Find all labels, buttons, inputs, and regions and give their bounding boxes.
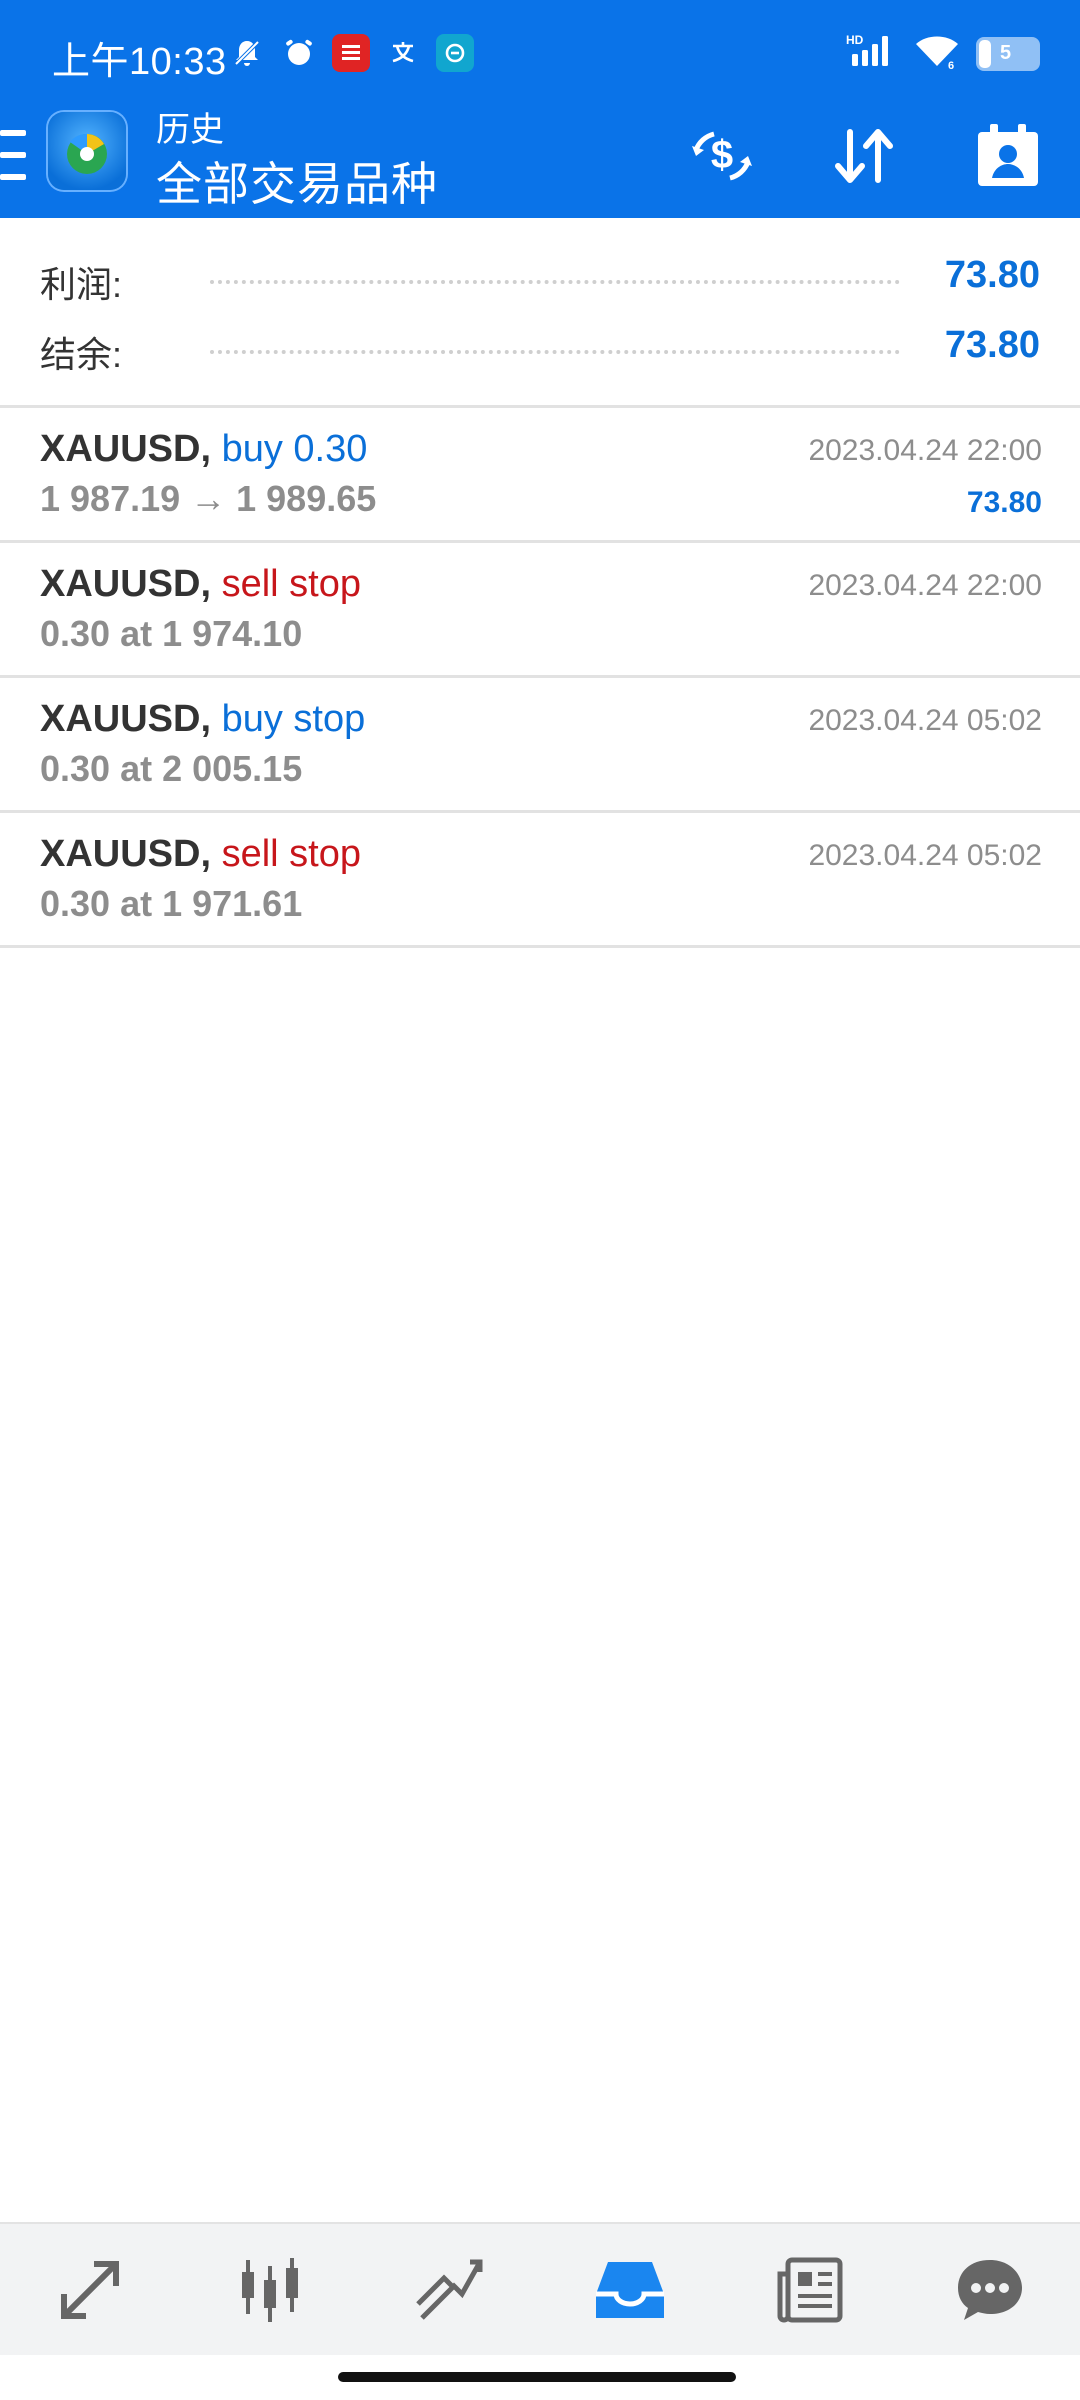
status-notification-icons xyxy=(228,34,474,72)
battery-icon: 5 xyxy=(976,36,1040,71)
bell-muted-icon xyxy=(228,34,266,72)
browser-app-icon xyxy=(436,34,474,72)
balance-value: 73.80 xyxy=(944,324,1040,366)
wifi-icon: 6 xyxy=(914,32,960,75)
trade-symbol: XAUUSD, xyxy=(40,563,212,605)
calendar-user-icon xyxy=(978,124,1038,186)
trade-profit: 73.80 xyxy=(966,486,1042,519)
svg-text:6: 6 xyxy=(948,60,954,70)
trade-detail: 0.30 at 1 971.61 xyxy=(40,883,303,924)
trade-symbol: XAUUSD, xyxy=(40,833,212,875)
trade-row[interactable]: XAUUSD, buy 0.30 1 987.19 → 1 989.65 202… xyxy=(0,408,1080,543)
nav-chart[interactable] xyxy=(180,2224,360,2355)
trade-time: 2023.04.24 22:00 xyxy=(808,569,1042,602)
history-summary: 利润: 73.80 结余: 73.80 xyxy=(0,218,1080,408)
sort-icon xyxy=(835,129,893,183)
trade-type: buy stop xyxy=(221,698,366,740)
nav-quotes[interactable] xyxy=(0,2224,180,2355)
currency-exchange-button[interactable]: $ xyxy=(684,118,760,194)
status-time: 上午10:33 xyxy=(52,41,227,83)
translate-icon xyxy=(384,34,422,72)
signal-icon: HD xyxy=(846,32,898,75)
page-title: 历史 xyxy=(156,111,224,149)
trade-time: 2023.04.24 05:02 xyxy=(808,839,1042,872)
symbol-filter[interactable]: 全部交易品种 xyxy=(156,148,438,214)
news-icon xyxy=(777,2257,843,2322)
home-indicator[interactable] xyxy=(338,2372,736,2382)
trade-history-list: XAUUSD, buy 0.30 1 987.19 → 1 989.65 202… xyxy=(0,408,1080,948)
trade-detail: 1 987.19 → 1 989.65 xyxy=(40,478,377,519)
trade-detail: 0.30 at 1 974.10 xyxy=(40,613,303,654)
trade-chart-icon xyxy=(416,2259,483,2320)
nav-history[interactable] xyxy=(540,2224,720,2355)
bottom-navigation xyxy=(0,2222,1080,2355)
alarm-icon xyxy=(280,34,318,72)
trade-symbol: XAUUSD, xyxy=(40,698,212,740)
quotes-icon xyxy=(61,2260,119,2319)
nav-chat[interactable] xyxy=(900,2224,1080,2355)
trade-type: buy 0.30 xyxy=(221,428,368,470)
profit-label: 利润: xyxy=(40,264,123,305)
svg-text:$: $ xyxy=(711,133,733,177)
dotted-leader xyxy=(210,350,900,354)
balance-label: 结余: xyxy=(40,334,123,375)
status-system-icons: HD 6 5 xyxy=(846,32,1040,75)
trade-symbol: XAUUSD, xyxy=(40,428,212,470)
bank-app-icon xyxy=(332,34,370,72)
candlestick-chart-icon xyxy=(242,2257,298,2322)
currency-exchange-icon: $ xyxy=(692,131,752,181)
trade-detail: 0.30 at 2 005.15 xyxy=(40,748,303,789)
trade-time: 2023.04.24 05:02 xyxy=(808,704,1042,737)
inbox-history-icon xyxy=(596,2261,664,2318)
trade-row[interactable]: XAUUSD, sell stop 0.30 at 1 971.61 2023.… xyxy=(0,813,1080,948)
trade-type: sell stop xyxy=(221,833,361,875)
svg-text:HD: HD xyxy=(846,33,864,47)
trade-time: 2023.04.24 22:00 xyxy=(808,434,1042,467)
sort-button[interactable] xyxy=(826,118,902,194)
menu-icon[interactable] xyxy=(0,130,30,180)
period-button[interactable] xyxy=(970,118,1046,194)
trade-row[interactable]: XAUUSD, buy stop 0.30 at 2 005.15 2023.0… xyxy=(0,678,1080,813)
battery-level: 5 xyxy=(1000,42,1012,64)
metatrader-logo xyxy=(46,110,128,192)
app-header: 上午10:33 HD 6 5 历史 全部交易品种 $ xyxy=(0,0,1080,218)
profit-row: 利润: 73.80 xyxy=(40,248,1040,308)
profit-value: 73.80 xyxy=(944,254,1040,296)
trade-row[interactable]: XAUUSD, sell stop 0.30 at 1 974.10 2023.… xyxy=(0,543,1080,678)
chat-icon xyxy=(958,2259,1022,2320)
nav-trade[interactable] xyxy=(360,2224,540,2355)
trade-type: sell stop xyxy=(221,563,361,605)
status-bar: 上午10:33 HD 6 5 xyxy=(0,0,1080,110)
dotted-leader xyxy=(210,280,900,284)
nav-news[interactable] xyxy=(720,2224,900,2355)
balance-row: 结余: 73.80 xyxy=(40,318,1040,378)
app-bar: 历史 全部交易品种 $ xyxy=(0,102,1080,218)
